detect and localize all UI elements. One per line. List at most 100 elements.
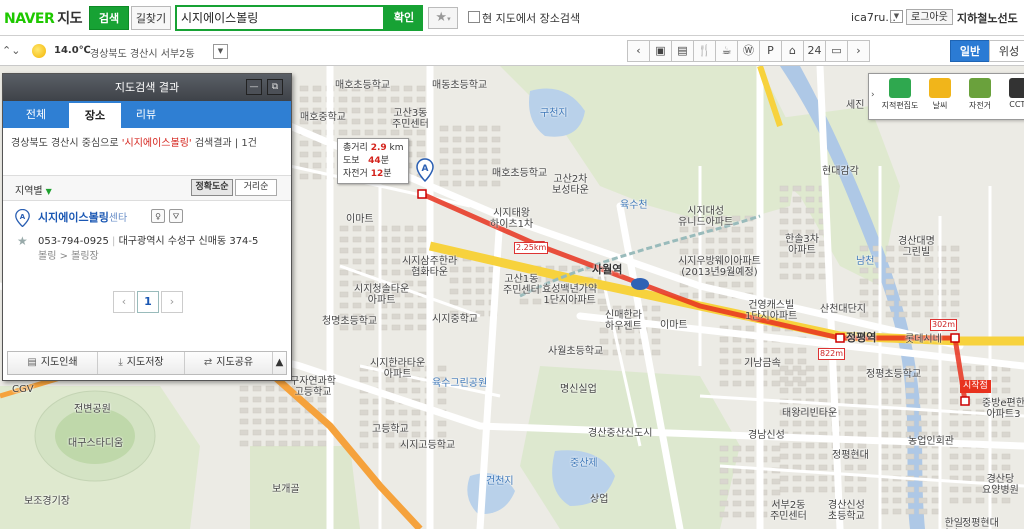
parking-badge-icon[interactable]: ⛛ (169, 209, 183, 223)
map-label-gyeongsan-dang[interactable]: 경산당 요양병원 (982, 474, 1019, 496)
map-label-gyeongsan-sinsi[interactable]: 경산중산신도시 (588, 428, 652, 439)
map-label-gangseo[interactable]: 경남신성 (748, 430, 785, 441)
page-number[interactable]: 1 (137, 291, 159, 313)
map-label-gosan2[interactable]: 고산2차 보성타운 (552, 174, 589, 196)
search-input[interactable]: 시지에이스볼링 (175, 5, 385, 31)
map-label-hanul3[interactable]: 한솔3차 아파트 (785, 234, 819, 256)
map-label-emart1[interactable]: 이마트 (346, 214, 374, 225)
favorite-star-icon[interactable]: ★ (17, 234, 28, 248)
tool-bicycle[interactable]: 자전거 (961, 78, 999, 111)
sort-accuracy-button[interactable]: 정확도순 (191, 179, 233, 196)
map-label-guncheonji[interactable]: 구천지 (540, 108, 568, 119)
star-icon[interactable]: ★▾ (428, 7, 458, 29)
map-label-sanchon[interactable]: 산천대단지 (820, 304, 866, 315)
map-label-hanil[interactable]: 한일 아파트 (940, 518, 968, 529)
bus-icon[interactable]: ▣ (649, 40, 672, 62)
place-name[interactable]: 시지에이스볼링센타 (38, 209, 127, 225)
map-label-hyundai-galgak[interactable]: 현대감각 (822, 166, 859, 177)
minimize-icon[interactable]: — (246, 79, 262, 95)
map-label-gosan1[interactable]: 고산1동 주민센터 (503, 274, 540, 296)
map-label-geunyoung[interactable]: 건영캐스빌 1단지아파트 (745, 300, 797, 322)
map-label-sijisamju[interactable]: 시지삼주한라 협화타운 (402, 256, 457, 278)
map-label-sijimiddle[interactable]: 시지중학교 (432, 314, 478, 325)
region-filter[interactable]: 지역별 ▼ (15, 182, 52, 197)
map-label-gyeongsan-daejang[interactable]: 경산대명 그린빌 (898, 236, 935, 258)
shopping-icon[interactable]: ⌂ (781, 40, 804, 62)
prev-page-button[interactable]: ‹ (113, 291, 135, 313)
map-label-yugok[interactable]: 육수그린공원 (432, 378, 487, 389)
map-label-sijidaesung[interactable]: 시지대성 유니드아파트 (678, 206, 733, 228)
location-dropdown-icon[interactable]: ▼ (213, 44, 228, 59)
tool-cctv[interactable]: CCTV (1001, 78, 1024, 109)
chevrons-icon[interactable]: ⌃⌄ (2, 44, 20, 57)
tool-cadastral-map[interactable]: 지적편집도 (881, 78, 919, 111)
convenience-store-icon[interactable]: 24 (803, 40, 826, 62)
tab-reviews[interactable]: 리뷰 (121, 101, 171, 128)
map-label-sijicheong[interactable]: 시지청솔타운 아파트 (354, 284, 409, 306)
map-label-gyeongsan-sinseong[interactable]: 경산신성 초등학교 (828, 500, 865, 522)
map-label-bogaegol[interactable]: 보개골 (272, 484, 300, 495)
map-label-maeho-elem2[interactable]: 매호초등학교 (492, 168, 547, 179)
map-label-jungbang[interactable]: 중방e편한 아파트3 (982, 398, 1024, 420)
logout-button[interactable]: 로그아웃 (906, 9, 953, 25)
popout-icon[interactable]: ⧉ (267, 79, 283, 95)
map-label-geoncheonji[interactable]: 건천지 (486, 476, 514, 487)
search-button[interactable]: 확인 (385, 5, 423, 31)
search-in-map-checkbox[interactable] (468, 11, 480, 23)
map-label-maeho-middle[interactable]: 매호중학교 (300, 112, 346, 123)
tab-places[interactable]: 장소 (69, 101, 121, 128)
bank-icon[interactable]: Ⓦ (737, 40, 760, 62)
map-label-emart2[interactable]: 이마트 (660, 320, 688, 331)
tab-all[interactable]: 전체 (3, 101, 69, 128)
map-label-gina[interactable]: 기남금속 (744, 358, 781, 369)
share-map-button[interactable]: ⇄ 지도공유 (185, 352, 273, 374)
chevron-right-icon[interactable]: › (871, 90, 875, 100)
next-page-button[interactable]: › (161, 291, 183, 313)
map-label-cgv[interactable]: CGV (12, 384, 34, 395)
map-label-daegu-stadium[interactable]: 대구스타디움 (68, 438, 123, 449)
map-label-bojo[interactable]: 보조경기장 (24, 496, 70, 507)
map-label-myeongsi[interactable]: 명신실업 (560, 384, 597, 395)
map-label-sejin[interactable]: 세진 (846, 100, 864, 111)
map-label-hyoseong[interactable]: 효성백년가약 1단지아파트 (542, 284, 597, 306)
map-label-sangeop[interactable]: 상업 (590, 494, 608, 505)
map-label-gosan3[interactable]: 고산3동 주민센터 (392, 108, 429, 130)
map-label-lotte[interactable]: 롯데시네 (905, 334, 942, 345)
map-label-science-high[interactable]: 구자연과학 고등학교 (290, 376, 336, 398)
map-mode-normal[interactable]: 일반 (950, 40, 990, 62)
parking-icon[interactable]: P (759, 40, 782, 62)
map-label-jeonggo[interactable]: 고등학교 (372, 424, 409, 435)
subway-icon[interactable]: ▤ (671, 40, 694, 62)
cafe-icon[interactable]: ☕ (715, 40, 738, 62)
map-label-stadium-park[interactable]: 전변공원 (74, 404, 111, 415)
chevron-left-icon[interactable]: ‹ (627, 40, 650, 62)
map-marker-a[interactable]: A (416, 158, 434, 182)
map-label-sijitaeyoung[interactable]: 시지태왕 하이츠1차 (490, 208, 533, 230)
map-label-sijiyeok[interactable]: 사월역 (592, 264, 622, 275)
map-label-maeho-elem[interactable]: 매호초등학교 (335, 80, 390, 91)
map-label-seobu2[interactable]: 서부2동 주민센터 (770, 500, 807, 522)
chevron-right-icon[interactable]: › (847, 40, 870, 62)
map-label-sawol-elem[interactable]: 사월초등학교 (548, 346, 603, 357)
map-label-nam-river[interactable]: 남천 (856, 256, 874, 267)
tab-route[interactable]: 길찾기 (131, 6, 171, 30)
save-map-button[interactable]: ⤓ 지도저장 (98, 352, 185, 374)
map-label-jeongpyeong-hyundai[interactable]: 정평현대 (832, 450, 869, 461)
map-label-sinmae[interactable]: 신매한라 하우젠트 (605, 310, 642, 332)
tab-search[interactable]: 검색 (89, 6, 129, 30)
chevron-up-icon[interactable]: ▲ (273, 352, 286, 374)
sort-distance-button[interactable]: 거리순 (235, 179, 277, 196)
map-label-jeongpyeong[interactable]: 정평역 (846, 332, 876, 343)
map-label-maedong-elem[interactable]: 매동초등학교 (432, 80, 487, 91)
restaurant-icon[interactable]: 🍴 (693, 40, 716, 62)
location-badge-icon[interactable]: ♀ (151, 209, 165, 223)
map-mode-satellite[interactable]: 위성 (989, 40, 1024, 62)
map-label-sijigo[interactable]: 시지고등학교 (400, 440, 455, 451)
map-label-taewang[interactable]: 태왕리빈타운 (782, 408, 837, 419)
map-label-sijiwoobang[interactable]: 시지우방웨이아파트 (2013년9월예정) (678, 256, 761, 278)
map-label-jungsanje[interactable]: 중산제 (570, 458, 598, 469)
print-map-button[interactable]: ▤ 지도인쇄 (8, 352, 98, 374)
hotel-icon[interactable]: ▭ (825, 40, 848, 62)
tool-weather[interactable]: 날씨 (921, 78, 959, 111)
map-label-jeongpyeong-elem[interactable]: 정평초등학교 (866, 369, 921, 380)
